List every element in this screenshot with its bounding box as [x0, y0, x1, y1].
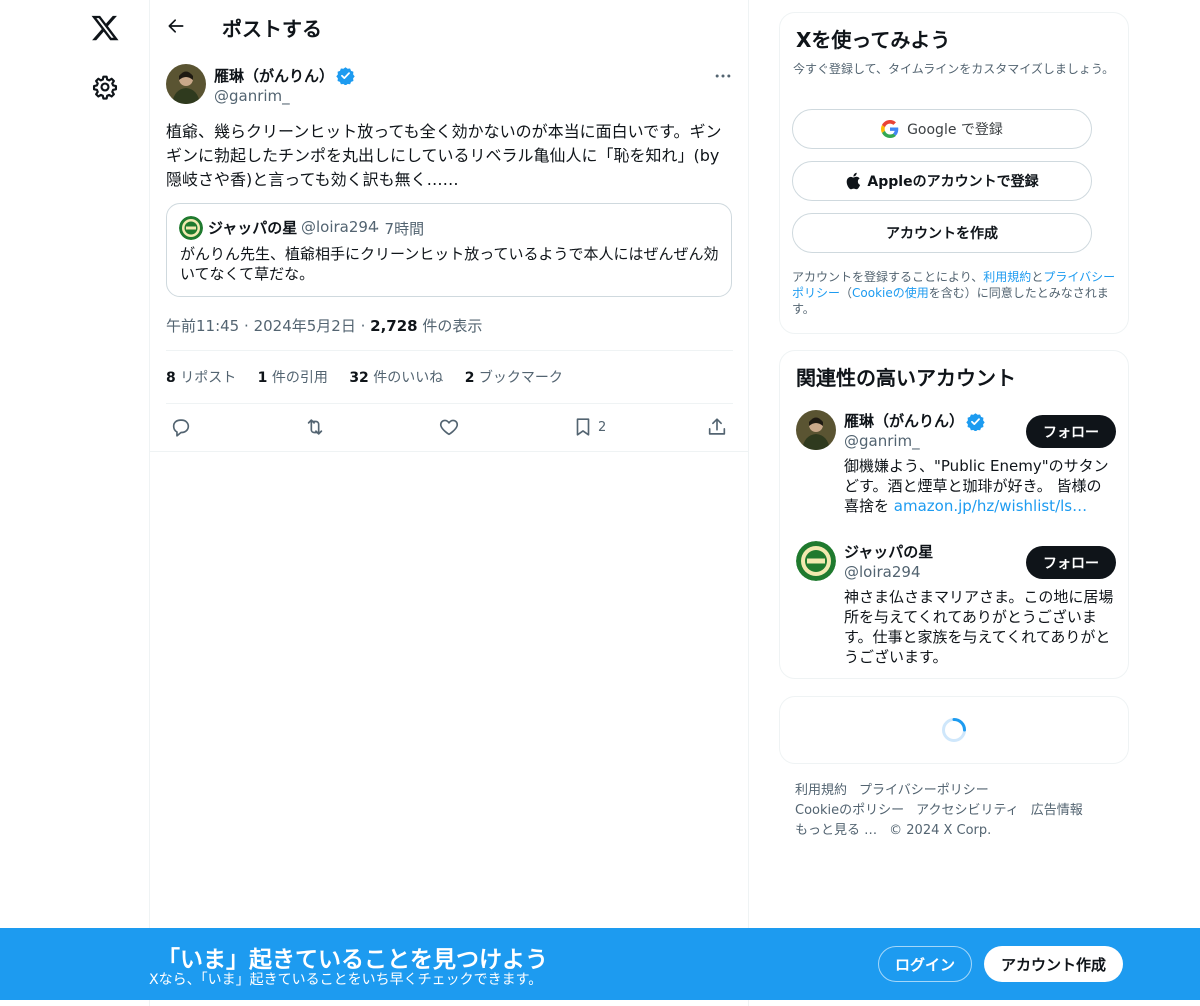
terms-link[interactable]: 利用規約	[983, 270, 1031, 284]
footer-link[interactable]: Cookieのポリシー	[795, 803, 904, 818]
loading-spinner-icon	[942, 718, 966, 742]
cookie-link[interactable]: Cookieの使用	[852, 286, 929, 300]
share-icon	[708, 418, 726, 435]
account-avatar[interactable]	[796, 541, 836, 581]
quote-author-handle: @loira294	[301, 218, 378, 236]
post-stats: 8 リポスト 1 件の引用 32 件のいいね 2 ブックマーク	[166, 367, 580, 387]
legal-notice: アカウントを登録することにより、利用規約とプライバシーポリシー（Cookieの使…	[792, 270, 1116, 316]
verified-badge-icon	[336, 67, 355, 85]
signup-banner: 「いま」起きていることを見つけよう Xなら、「いま」起きていることをいち早くチェ…	[0, 928, 1200, 1000]
reply-button[interactable]	[170, 414, 192, 440]
heart-icon	[439, 419, 459, 436]
author-avatar[interactable]	[166, 64, 206, 104]
signup-card: Xを使ってみよう 今すぐ登録して、タイムラインをカスタマイズしましょう。 Goo…	[779, 12, 1129, 334]
account-handle: @ganrim_	[844, 432, 920, 450]
login-button[interactable]: ログイン	[878, 946, 972, 982]
quote-timestamp: · 7時間	[375, 220, 425, 238]
signup-card-title: Xを使ってみよう	[796, 28, 951, 52]
quotes-stat[interactable]: 1 件の引用	[258, 370, 328, 386]
related-accounts-card: 関連性の高いアカウント 雁琳（がんりん） @ganrim_ フォロー 御機嫌よう…	[779, 350, 1129, 679]
apple-signup-label: Appleのアカウントで登録	[867, 174, 1039, 190]
divider	[150, 451, 749, 452]
account-bio: 御機嫌よう、"Public Enemy"のサタンどす。酒と煙草と珈琲が好き。 皆…	[844, 457, 1109, 515]
back-arrow-icon[interactable]	[166, 16, 186, 36]
account-bio: 神さま仏さまマリアさま。この地に居場所を与えてくれてありがとうございます。仕事と…	[844, 588, 1114, 666]
account-avatar[interactable]	[796, 410, 836, 450]
post-actions: 2	[166, 414, 733, 440]
more-options-icon[interactable]	[713, 66, 733, 86]
post-metadata: 午前11:45 · 2024年5月2日 · 2,728 件の表示	[166, 317, 483, 335]
gear-icon[interactable]	[92, 74, 118, 100]
follow-button[interactable]: フォロー	[1026, 546, 1116, 579]
google-logo-icon	[881, 120, 899, 138]
like-button[interactable]	[438, 414, 460, 440]
footer-link[interactable]: もっと見る …	[795, 823, 877, 838]
x-logo-icon[interactable]	[90, 13, 120, 43]
loading-card	[779, 696, 1129, 764]
page-title: ポストする	[222, 17, 322, 41]
signup-card-subtitle: 今すぐ登録して、タイムラインをカスタマイズしましょう。	[793, 62, 1115, 76]
account-handle: @loira294	[844, 563, 921, 581]
main-column: ポストする 雁琳（がんりん） @ganrim_ 植爺、幾らクリーンヒット放っても…	[150, 0, 749, 1006]
account-name[interactable]: 雁琳（がんりん）	[844, 410, 964, 431]
views-count: 2,728	[370, 317, 418, 335]
bio-link[interactable]: amazon.jp/hz/wishlist/ls…	[894, 497, 1087, 515]
signup-button[interactable]: アカウント作成	[984, 946, 1123, 982]
quoted-post[interactable]: ジャッパの星 @loira294 · 7時間 がんりん先生、植爺相手にクリーンヒ…	[166, 203, 732, 297]
apple-signup-button[interactable]: Appleのアカウントで登録	[792, 161, 1092, 201]
reposts-stat[interactable]: 8 リポスト	[166, 370, 236, 386]
left-nav	[0, 0, 150, 1006]
author-handle[interactable]: @ganrim_	[214, 87, 290, 105]
share-button[interactable]	[706, 414, 728, 440]
bookmark-icon	[576, 418, 590, 436]
footer-link[interactable]: 広告情報	[1031, 803, 1083, 818]
quote-author-name: ジャッパの星	[208, 219, 298, 237]
google-signup-button[interactable]: Google で登録	[792, 109, 1092, 149]
page-header: ポストする	[150, 0, 749, 53]
google-signup-label: Google で登録	[907, 122, 1003, 138]
bookmark-button[interactable]: 2	[572, 414, 606, 440]
post-date[interactable]: 2024年5月2日	[254, 317, 356, 335]
views-label: 件の表示	[417, 317, 483, 335]
post-time[interactable]: 午前11:45	[166, 317, 239, 335]
quote-text: がんりん先生、植爺相手にクリーンヒット放っているようで本人にはぜんぜん効いてなく…	[180, 245, 719, 283]
related-accounts-title: 関連性の高いアカウント	[796, 366, 1016, 390]
follow-button[interactable]: フォロー	[1026, 415, 1116, 448]
reply-icon	[172, 419, 190, 437]
banner-subtitle: Xなら、「いま」起きていることをいち早くチェックできます。	[149, 972, 543, 988]
footer-link[interactable]: アクセシビリティ	[916, 803, 1019, 818]
divider	[166, 403, 733, 404]
account-name[interactable]: ジャッパの星	[844, 541, 933, 562]
bookmark-count: 2	[598, 419, 607, 435]
copyright: © 2024 X Corp.	[889, 823, 992, 838]
create-account-button[interactable]: アカウントを作成	[792, 213, 1092, 253]
footer-links: 利用規約 プライバシーポリシー Cookieのポリシー アクセシビリティ 広告情報 も…	[795, 781, 1115, 841]
divider	[166, 350, 733, 351]
repost-icon	[307, 419, 323, 435]
likes-stat[interactable]: 32 件のいいね	[349, 370, 443, 386]
post-text: 植爺、幾らクリーンヒット放っても全く効かないのが本当に面白いです。ギンギンに勃起…	[166, 122, 722, 189]
verified-badge-icon	[966, 413, 985, 431]
create-account-label: アカウントを作成	[886, 226, 998, 242]
bookmarks-stat[interactable]: 2 ブックマーク	[465, 370, 563, 386]
quote-author-avatar	[179, 216, 203, 240]
apple-logo-icon	[847, 172, 861, 190]
footer-link[interactable]: プライバシーポリシー	[859, 783, 989, 798]
footer-link[interactable]: 利用規約	[795, 783, 847, 798]
author-name[interactable]: 雁琳（がんりん）	[214, 65, 334, 86]
repost-button[interactable]	[304, 414, 326, 440]
